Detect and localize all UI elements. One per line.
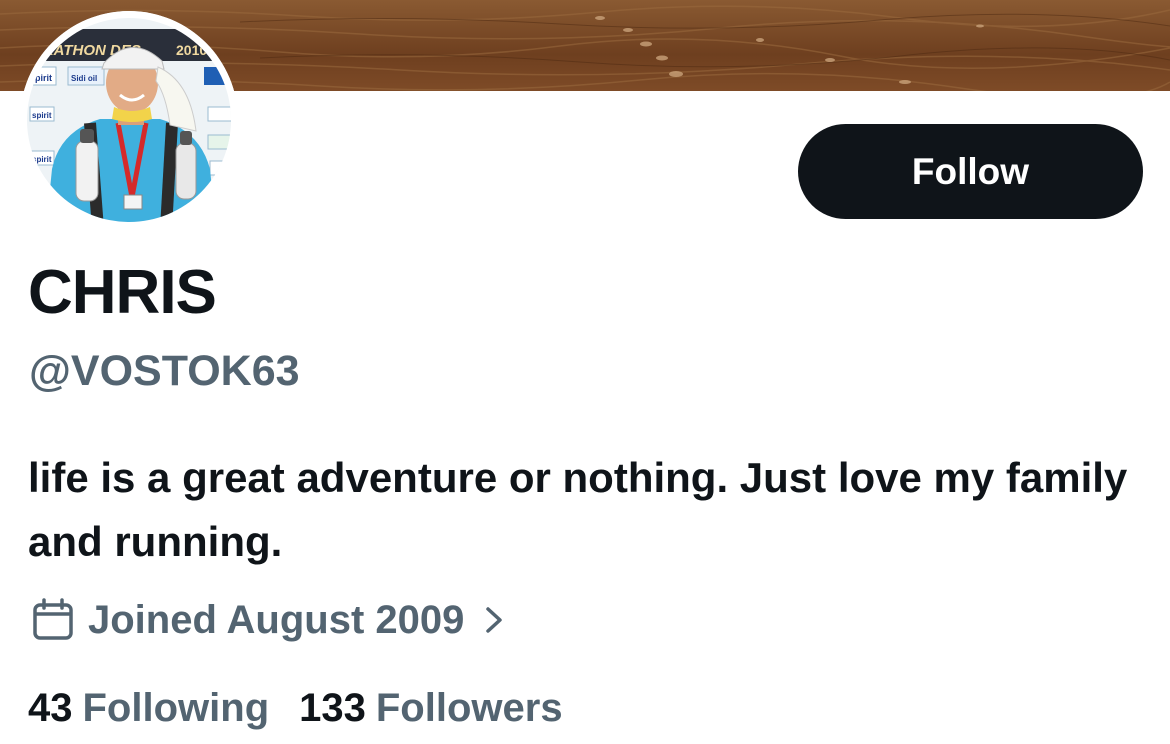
followers-count: 133: [299, 686, 366, 730]
calendar-icon: [33, 598, 73, 640]
avatar-photo: ARATHON DES 2010 spirit Sidi oil spirit …: [20, 11, 238, 229]
avatar-sponsor-2: Sidi oil: [71, 74, 97, 83]
chevron-right-icon[interactable]: [482, 603, 506, 637]
profile-bio: life is a great adventure or nothing. Ju…: [28, 454, 1128, 565]
followers-label: Followers: [375, 686, 563, 730]
following-label: Following: [82, 686, 270, 730]
follow-button[interactable]: Follow: [798, 124, 1143, 219]
profile-display-name: CHRIS: [28, 258, 217, 327]
joined-date-text: Joined August 2009: [88, 598, 465, 642]
following-link[interactable]: 43 Following: [28, 688, 269, 728]
profile-handle: @VOSTOK63: [29, 347, 300, 395]
followers-link[interactable]: 133 Followers: [299, 688, 562, 728]
following-count: 43: [28, 686, 73, 730]
joined-date-row[interactable]: Joined August 2009: [32, 598, 506, 642]
avatar-sponsor-3: spirit: [32, 111, 52, 120]
profile-avatar[interactable]: ARATHON DES 2010 spirit Sidi oil spirit …: [20, 11, 238, 229]
profile-stats: 43 Following 133 Followers: [28, 688, 563, 728]
